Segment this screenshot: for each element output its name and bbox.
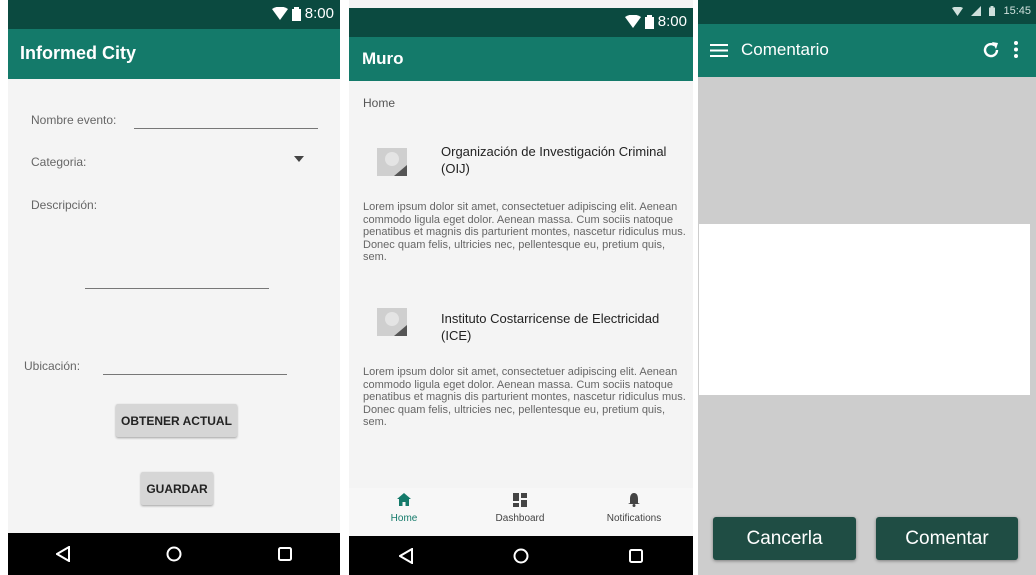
dropdown-arrow-icon[interactable] xyxy=(294,156,304,162)
post-body: Lorem ipsum dolor sit amet, consectetuer… xyxy=(363,201,686,263)
tab-label: Home xyxy=(390,513,418,524)
battery-icon xyxy=(989,6,996,16)
screen-create-event: 8:00 Informed City Nombre evento: Catego… xyxy=(8,0,340,575)
comment-button[interactable]: Comentar xyxy=(876,517,1018,560)
page-title: Informed City xyxy=(20,43,137,63)
screen-muro: 8:00 Muro Home Organización de Investiga… xyxy=(349,0,693,575)
screen-comentario: 15:45 Comentario Cancerla Comentar xyxy=(698,0,1036,575)
back-icon[interactable] xyxy=(43,534,83,574)
comment-input[interactable] xyxy=(699,224,1030,395)
home-icon xyxy=(397,493,411,506)
system-nav-bar xyxy=(8,533,340,575)
wifi-icon xyxy=(271,7,288,20)
post-body: Lorem ipsum dolor sit amet, consectetuer… xyxy=(363,366,686,428)
wifi-icon xyxy=(624,15,641,28)
descripcion-label: Descripción: xyxy=(31,198,98,212)
app-bar: Comentario xyxy=(698,24,1036,77)
section-label: Home xyxy=(363,96,396,110)
cancel-button[interactable]: Cancerla xyxy=(713,517,856,560)
categoria-label: Categoria: xyxy=(31,155,87,169)
ubicacion-input[interactable] xyxy=(103,374,287,375)
tab-dashboard[interactable]: Dashboard xyxy=(465,493,575,524)
avatar xyxy=(377,148,407,176)
menu-icon[interactable] xyxy=(710,44,728,57)
tab-home[interactable]: Home xyxy=(349,493,459,524)
bell-icon xyxy=(628,493,640,507)
status-time: 8:00 xyxy=(657,13,687,30)
nombre-evento-label: Nombre evento: xyxy=(31,113,117,127)
post-title: Instituto Costarricense de Electricidad … xyxy=(441,311,660,343)
wifi-icon xyxy=(952,6,964,16)
system-nav-bar xyxy=(349,536,693,575)
post-title: Organización de Investigación Criminal (… xyxy=(441,144,667,176)
home-nav-icon[interactable] xyxy=(154,534,194,574)
signal-icon xyxy=(971,6,982,16)
recents-icon[interactable] xyxy=(265,534,305,574)
descripcion-input[interactable] xyxy=(85,288,269,289)
bottom-navigation: Home Dashboard Notifications xyxy=(349,488,693,536)
home-nav-icon[interactable] xyxy=(501,536,541,575)
status-time: 15:45 xyxy=(1003,5,1031,17)
page-title: Muro xyxy=(362,49,404,68)
ubicacion-label: Ubicación: xyxy=(24,359,81,373)
more-vert-icon[interactable] xyxy=(1014,41,1018,58)
status-bar: 15:45 xyxy=(698,0,1036,24)
back-icon[interactable] xyxy=(386,536,426,575)
nombre-evento-input[interactable] xyxy=(134,128,318,129)
status-bar: 8:00 xyxy=(349,8,693,37)
status-bar: 8:00 xyxy=(8,0,340,29)
refresh-icon[interactable] xyxy=(982,41,1000,59)
tab-label: Notifications xyxy=(606,513,662,524)
status-time: 8:00 xyxy=(304,5,334,22)
app-bar: Informed City xyxy=(8,29,340,79)
obtener-actual-button[interactable]: OBTENER ACTUAL xyxy=(116,404,237,437)
guardar-button[interactable]: GUARDAR xyxy=(141,472,213,505)
tab-notifications[interactable]: Notifications xyxy=(579,493,689,524)
dashboard-icon xyxy=(513,493,527,507)
page-title: Comentario xyxy=(741,40,829,59)
avatar xyxy=(377,308,407,336)
app-bar: Muro xyxy=(349,37,693,81)
battery-icon xyxy=(644,14,654,29)
recents-icon[interactable] xyxy=(616,536,656,575)
battery-icon xyxy=(291,6,301,21)
tab-label: Dashboard xyxy=(495,513,545,524)
